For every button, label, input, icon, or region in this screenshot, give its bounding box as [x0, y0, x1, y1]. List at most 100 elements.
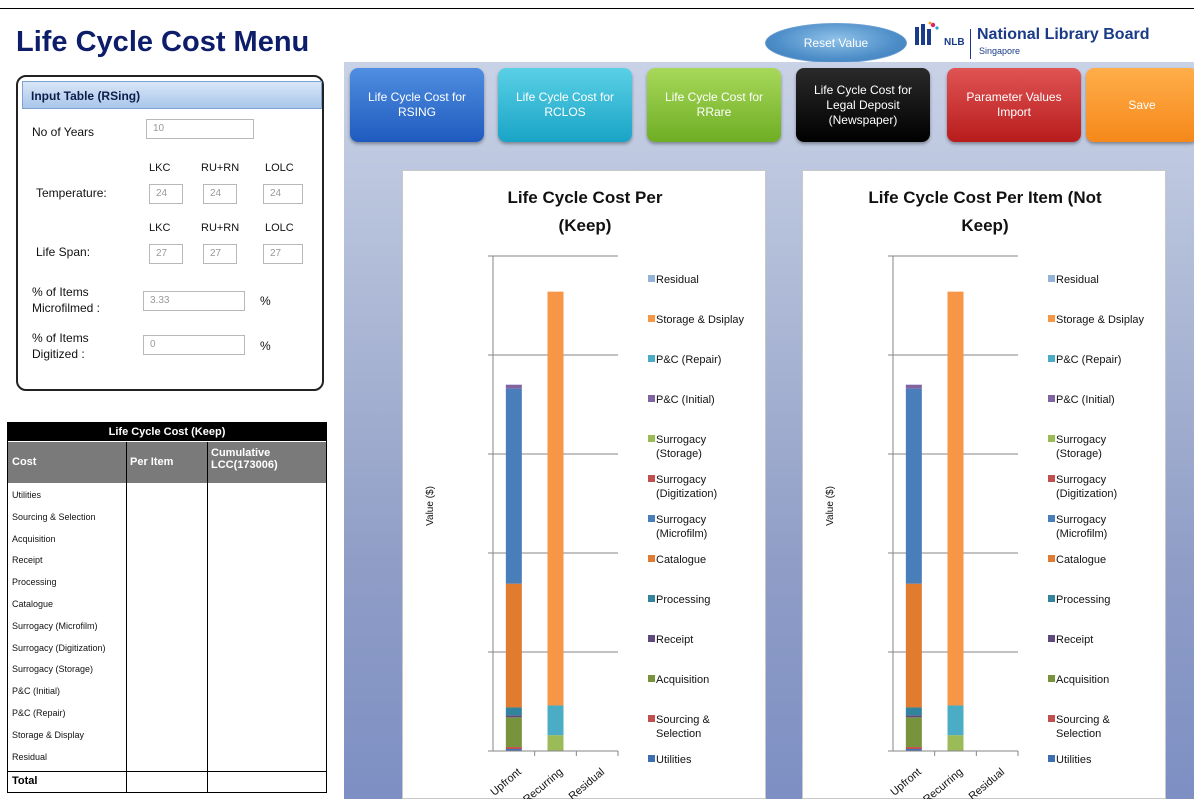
legend-swatch	[1048, 275, 1055, 282]
legend-swatch	[648, 635, 655, 642]
lcc-legal-deposit-button[interactable]: Life Cycle Cost for Legal Deposit (Newsp…	[796, 68, 930, 142]
col-lolc-2: LOLC	[265, 222, 294, 234]
lcc-table-title: Life Cycle Cost (Keep)	[8, 423, 326, 441]
legend-label: Catalogue	[656, 554, 706, 566]
legend-label: Acquisition	[1056, 674, 1109, 686]
y-axis-title: Value ($)	[425, 486, 436, 526]
years-label: No of Years	[32, 125, 95, 139]
legend-label: Residual	[656, 274, 699, 286]
col-divider-2	[207, 442, 208, 793]
reset-value-button[interactable]: Reset Value	[765, 23, 907, 63]
legend-label: Selection	[1056, 728, 1101, 740]
page-title: Life Cycle Cost Menu	[16, 26, 310, 58]
legend-swatch	[648, 275, 655, 282]
lcc-row-label: Surrogacy (Storage)	[12, 664, 94, 675]
legend-label: Surrogacy	[656, 474, 707, 486]
microfilmed-field[interactable]: 3.33	[143, 291, 245, 311]
legend-label: Receipt	[656, 634, 693, 646]
lifespan-lkc-field[interactable]: 27	[149, 244, 183, 264]
lcc-row-label: Catalogue	[12, 599, 54, 609]
legend-swatch	[1048, 315, 1055, 322]
legend-label: Surrogacy	[656, 434, 707, 446]
bar-segment	[947, 705, 964, 736]
legend-swatch	[648, 315, 655, 322]
chart-keep-svg: Life Cycle Cost Per (Keep) Value ($) Upfron…	[425, 188, 745, 799]
temperature-rurn-field[interactable]: 24	[203, 184, 237, 204]
legend-swatch	[648, 475, 655, 482]
temperature-lolc-field[interactable]: 24	[263, 184, 303, 204]
lcc-rsing-button[interactable]: Life Cycle Cost for RSING	[350, 68, 484, 142]
legend-label: (Storage)	[1056, 448, 1102, 460]
digitized-field[interactable]: 0	[143, 335, 245, 355]
legend-swatch	[1048, 715, 1055, 722]
input-table-panel: Input Table (RSing) No of Years 10 LKC R…	[16, 75, 324, 391]
lcc-keep-table: Life Cycle Cost (Keep) Cost Per Item Cum…	[7, 422, 327, 793]
legend-label: (Storage)	[656, 448, 702, 460]
x-tick-label: Recurring	[921, 766, 965, 799]
total-divider	[8, 771, 326, 772]
legend-label: Storage & Dsiplay	[1056, 314, 1145, 326]
bar-segment	[905, 707, 922, 716]
legend-label: P&C (Initial)	[656, 394, 715, 406]
chart-title: (Keep)	[559, 216, 612, 235]
input-table-title: Input Table (RSing)	[22, 81, 322, 109]
bar-segment	[947, 291, 964, 706]
bar-segment	[505, 583, 522, 708]
x-tick-label: Upfront	[488, 766, 523, 798]
col-per-item: Per Item	[130, 456, 174, 468]
org-name: National Library Board	[977, 26, 1150, 43]
y-axis-title: Value ($)	[825, 486, 836, 526]
col-cumulative-line1: Cumulative	[211, 447, 271, 459]
chart-title: Life Cycle Cost Per	[508, 188, 663, 207]
bar-segment	[505, 747, 522, 750]
temperature-lkc-field[interactable]: 24	[149, 184, 183, 204]
legend-label: P&C (Repair)	[1056, 354, 1121, 366]
bar-segment	[547, 705, 564, 736]
lcc-row-label: Receipt	[12, 555, 43, 566]
years-field[interactable]: 10	[146, 119, 254, 139]
legend-label: P&C (Repair)	[656, 354, 721, 366]
lifespan-rurn-field[interactable]: 27	[203, 244, 237, 264]
bar-segment	[905, 717, 922, 748]
col-cumulative-line2: LCC(173006)	[211, 459, 278, 471]
bar-segment	[905, 747, 922, 750]
lcc-row-label: Surrogacy (Microfilm)	[12, 620, 98, 631]
lcc-rrare-button[interactable]: Life Cycle Cost for RRare	[647, 68, 781, 142]
lcc-row-label: P&C (Initial)	[12, 686, 61, 697]
legend-label: (Microfilm)	[656, 528, 707, 540]
digitized-pct: %	[260, 339, 271, 353]
legend-swatch	[648, 515, 655, 522]
legend-label: Sourcing &	[1056, 714, 1110, 726]
legend-swatch	[1048, 755, 1055, 762]
col-rurn-1: RU+RN	[201, 162, 240, 174]
lcc-row-label: Utilities	[12, 490, 42, 500]
legend-swatch	[1048, 635, 1055, 642]
left-pane: Input Table (RSing) No of Years 10 LKC R…	[0, 62, 342, 799]
legend-label: P&C (Initial)	[1056, 394, 1115, 406]
logo-divider	[970, 29, 971, 59]
save-button[interactable]: Save	[1086, 68, 1194, 142]
lcc-row-label: Processing	[12, 577, 57, 588]
org-sub: Singapore	[979, 46, 1021, 56]
legend-swatch	[1048, 515, 1055, 522]
legend-label: (Digitization)	[656, 488, 717, 500]
bar-segment	[905, 384, 922, 389]
parameter-import-button[interactable]: Parameter Values Import	[947, 68, 1081, 142]
bar-segment	[505, 384, 522, 389]
bar-segment	[905, 583, 922, 708]
x-tick-label: Upfront	[888, 766, 923, 798]
legend-label: Acquisition	[656, 674, 709, 686]
x-tick-label: Recurring	[521, 766, 565, 799]
microfilmed-pct: %	[260, 294, 271, 308]
chart-title: Keep)	[961, 216, 1008, 235]
legend-label: (Microfilm)	[1056, 528, 1107, 540]
temperature-label: Temperature:	[36, 186, 107, 200]
legend-label: Processing	[1056, 594, 1110, 606]
chart-title: Life Cycle Cost Per Item (Not	[868, 188, 1102, 207]
lcc-rclos-button[interactable]: Life Cycle Cost for RCLOS	[498, 68, 632, 142]
legend-swatch	[1048, 475, 1055, 482]
lcc-row-label: Surrogacy (Digitization)	[12, 642, 106, 653]
legend-swatch	[648, 435, 655, 442]
app-header: Life Cycle Cost Menu Reset Value NLB Nat…	[0, 8, 1194, 63]
lifespan-lolc-field[interactable]: 27	[263, 244, 303, 264]
